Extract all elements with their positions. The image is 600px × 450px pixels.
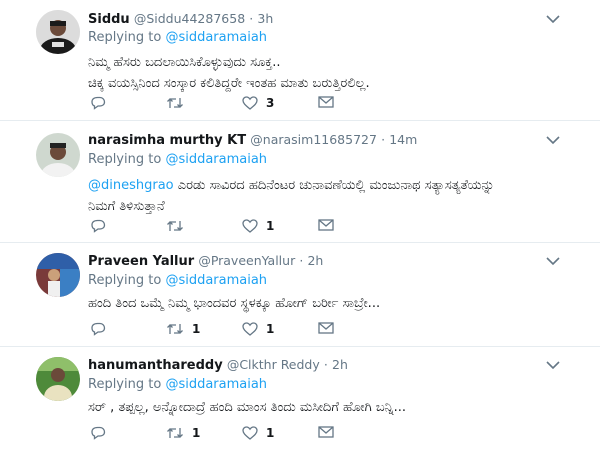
tweet-header: Siddu @Siddu44287658 · 3h xyxy=(88,11,273,27)
timestamp[interactable]: 2h xyxy=(332,357,348,372)
mention-link[interactable]: @dineshgrao xyxy=(88,178,174,193)
author-handle[interactable]: @Siddu44287658 xyxy=(134,11,245,26)
replying-to-link[interactable]: @siddaramaiah xyxy=(165,273,267,288)
heart-icon xyxy=(242,426,258,440)
author-name[interactable]: hanumanthareddy xyxy=(88,358,223,373)
tweet-header: Praveen Yallur @PraveenYallur · 2h xyxy=(88,253,323,269)
author-handle[interactable]: @Clkthr Reddy xyxy=(227,357,320,372)
retweet-icon xyxy=(167,324,183,334)
like-button[interactable]: 3 xyxy=(242,96,274,110)
tweet[interactable]: narasimha murthy KT @narasim11685727 · 1… xyxy=(0,121,600,243)
retweet-icon xyxy=(167,98,183,108)
like-button[interactable]: 1 xyxy=(242,322,274,336)
like-count: 1 xyxy=(266,219,275,233)
tweet-feed: Siddu @Siddu44287658 · 3h Replying to @s… xyxy=(0,0,600,450)
heart-icon xyxy=(242,219,258,233)
author-name[interactable]: narasimha murthy KT xyxy=(88,133,246,148)
tweet[interactable]: Praveen Yallur @PraveenYallur · 2h Reply… xyxy=(0,243,600,347)
avatar[interactable] xyxy=(36,10,80,54)
like-button[interactable]: 1 xyxy=(242,219,274,233)
tweet-header: hanumanthareddy @Clkthr Reddy · 2h xyxy=(88,357,348,373)
reply-icon xyxy=(91,219,106,233)
replying-to: Replying to @siddaramaiah xyxy=(88,377,267,392)
tweet-text-line: ಸರ್ , ತಪ್ಪಲ್ಲ, ಅನ್ನೋದಾದ್ರೆ ಹಂದಿ ಮಾಂಸ ತಿಂ… xyxy=(88,400,407,415)
tweet-text-line: ಚಿಕ್ಕ ವಯಸ್ಸಿನಿಂದ ಸಂಸ್ಕಾರ ಕಲಿತಿದ್ದರೇ ಇಂತಹ… xyxy=(88,76,370,91)
retweet-icon xyxy=(167,428,183,438)
replying-prefix: Replying to xyxy=(88,152,162,167)
tweet[interactable]: hanumanthareddy @Clkthr Reddy · 2h Reply… xyxy=(0,347,600,450)
author-name[interactable]: Praveen Yallur xyxy=(88,254,194,269)
heart-icon xyxy=(242,322,258,336)
direct-message-button[interactable] xyxy=(318,426,334,438)
replying-prefix: Replying to xyxy=(88,30,162,45)
tweet-text-segment: ಎರಡು ಸಾವಿರದ ಹದಿನೆಂಟರ ಚುನಾವಣೆಯಲ್ಲಿ ಮಂಜುನಾ… xyxy=(177,178,495,193)
separator: · xyxy=(381,132,386,147)
chevron-down-icon[interactable] xyxy=(546,360,560,370)
retweet-count: 1 xyxy=(192,426,201,440)
replying-prefix: Replying to xyxy=(88,377,162,392)
like-count: 3 xyxy=(266,96,275,110)
direct-message-button[interactable] xyxy=(318,322,334,334)
author-handle[interactable]: @narasim11685727 xyxy=(250,132,377,147)
retweet-button[interactable]: 1 xyxy=(166,426,200,440)
reply-button[interactable] xyxy=(90,96,114,110)
separator: · xyxy=(299,253,304,268)
replying-to-link[interactable]: @siddaramaiah xyxy=(165,377,267,392)
separator: · xyxy=(323,357,328,372)
tweet-text: ನಿಮ್ಮ ಹೆಸರು ಬದಲಾಯಿಸಿಕೊಳ್ಳುವುದು ಸೂಕ್ತ.. ಚ… xyxy=(88,52,370,94)
author-handle[interactable]: @PraveenYallur xyxy=(198,253,295,268)
envelope-icon xyxy=(318,426,334,438)
timestamp[interactable]: 14m xyxy=(389,132,417,147)
tweet-text: ಸರ್ , ತಪ್ಪಲ್ಲ, ಅನ್ನೋದಾದ್ರೆ ಹಂದಿ ಮಾಂಸ ತಿಂ… xyxy=(88,397,406,418)
retweet-icon xyxy=(167,221,183,231)
tweet-text-line: @dineshgrao ಎರಡು ಸಾವಿರದ ಹದಿನೆಂಟರ ಚುನಾವಣೆ… xyxy=(88,175,495,196)
timestamp[interactable]: 3h xyxy=(257,11,273,26)
reply-button[interactable] xyxy=(90,219,114,233)
avatar[interactable] xyxy=(36,357,80,401)
like-count: 1 xyxy=(266,426,275,440)
retweet-count: 1 xyxy=(192,322,201,336)
chevron-down-icon[interactable] xyxy=(546,135,560,145)
envelope-icon xyxy=(318,96,334,108)
reply-icon xyxy=(91,96,106,110)
timestamp[interactable]: 2h xyxy=(307,253,323,268)
replying-to: Replying to @siddaramaiah xyxy=(88,273,267,288)
direct-message-button[interactable] xyxy=(318,96,334,108)
chevron-down-icon[interactable] xyxy=(546,14,560,24)
replying-to-link[interactable]: @siddaramaiah xyxy=(165,30,267,45)
direct-message-button[interactable] xyxy=(318,219,334,231)
tweet-text-line: ಹಂದಿ ತಿಂದ ಒಮ್ಮೆ ನಿಮ್ಮ ಭಾಂದವರ ಸ್ಥಳಕ್ಕೂ ಹೋ… xyxy=(88,296,381,311)
avatar[interactable] xyxy=(36,253,80,297)
tweet-text-line: ನಿಮಗೆ ತಿಳಿಸುತ್ತಾನೆ xyxy=(88,199,165,214)
reply-icon xyxy=(91,322,106,336)
retweet-button[interactable] xyxy=(166,219,192,233)
reply-button[interactable] xyxy=(90,426,114,440)
chevron-down-icon[interactable] xyxy=(546,256,560,266)
envelope-icon xyxy=(318,322,334,334)
tweet-text: @dineshgrao ಎರಡು ಸಾವಿರದ ಹದಿನೆಂಟರ ಚುನಾವಣೆ… xyxy=(88,175,495,217)
reply-button[interactable] xyxy=(90,322,114,336)
replying-to-link[interactable]: @siddaramaiah xyxy=(165,152,267,167)
avatar[interactable] xyxy=(36,133,80,177)
replying-to: Replying to @siddaramaiah xyxy=(88,152,267,167)
separator: · xyxy=(249,11,254,26)
heart-icon xyxy=(242,96,258,110)
retweet-button[interactable] xyxy=(166,96,192,110)
author-name[interactable]: Siddu xyxy=(88,12,130,27)
retweet-button[interactable]: 1 xyxy=(166,322,200,336)
tweet-text: ಹಂದಿ ತಿಂದ ಒಮ್ಮೆ ನಿಮ್ಮ ಭಾಂದವರ ಸ್ಥಳಕ್ಕೂ ಹೋ… xyxy=(88,293,380,314)
tweet[interactable]: Siddu @Siddu44287658 · 3h Replying to @s… xyxy=(0,0,600,121)
tweet-text-line: ನಿಮ್ಮ ಹೆಸರು ಬದಲಾಯಿಸಿಕೊಳ್ಳುವುದು ಸೂಕ್ತ.. xyxy=(88,55,281,70)
like-count: 1 xyxy=(266,322,275,336)
replying-prefix: Replying to xyxy=(88,273,162,288)
tweet-header: narasimha murthy KT @narasim11685727 · 1… xyxy=(88,132,417,148)
reply-icon xyxy=(91,426,106,440)
envelope-icon xyxy=(318,219,334,231)
replying-to: Replying to @siddaramaiah xyxy=(88,30,267,45)
like-button[interactable]: 1 xyxy=(242,426,274,440)
